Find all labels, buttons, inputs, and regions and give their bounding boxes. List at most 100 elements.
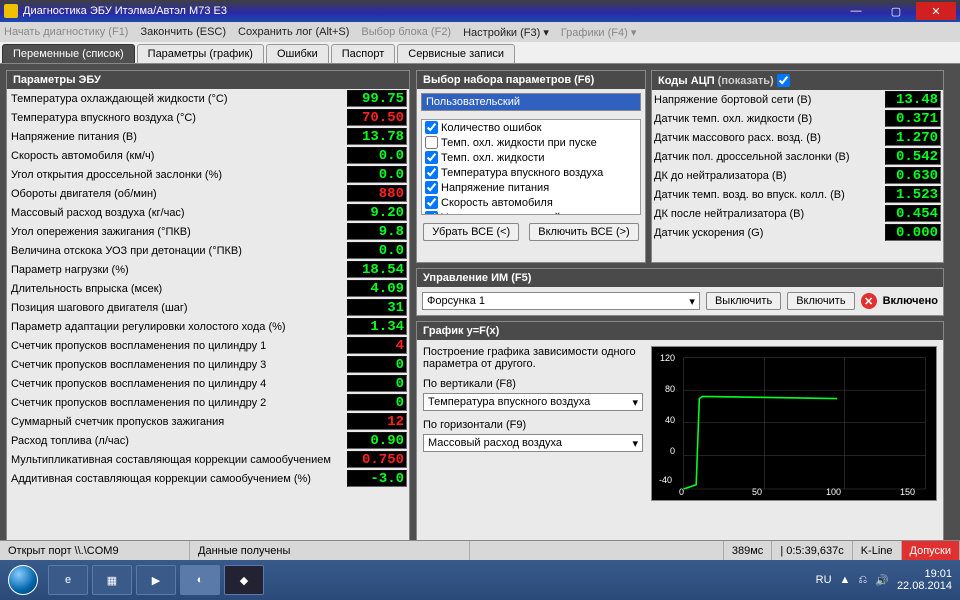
ecu-param-value: 0 (347, 394, 407, 411)
paramset-item[interactable]: Температура впускного воздуха (422, 165, 640, 180)
paramset-checklist[interactable]: Количество ошибокТемп. охл. жидкости при… (421, 119, 641, 215)
paramset-checkbox[interactable] (425, 211, 438, 215)
clear-all-button[interactable]: Убрать ВСЕ (<) (423, 223, 519, 241)
ecu-param-value: 0.0 (347, 242, 407, 259)
adc-list[interactable]: Напряжение бортовой сети (В)13.48Датчик … (652, 90, 943, 262)
ecu-param-row[interactable]: Расход топлива (л/час)0.90 (7, 431, 409, 450)
ecu-param-row[interactable]: Температура охлаждающей жидкости (°C)99.… (7, 89, 409, 108)
ecu-param-label: Счетчик пропусков воспламенения по цилин… (9, 359, 347, 371)
paramset-title: Выбор набора параметров (F6) (417, 71, 645, 89)
paramset-checkbox[interactable] (425, 196, 438, 209)
tab-errors[interactable]: Ошибки (266, 44, 329, 63)
paramset-checkbox[interactable] (425, 151, 438, 164)
ecu-param-row[interactable]: Аддитивная составляющая коррекции самооб… (7, 469, 409, 488)
ecu-param-row[interactable]: Параметр нагрузки (%)18.54 (7, 260, 409, 279)
paramset-combo[interactable]: Пользовательский (421, 93, 641, 111)
paramset-checkbox[interactable] (425, 166, 438, 179)
im-off-button[interactable]: Выключить (706, 292, 781, 310)
ecu-param-row[interactable]: Величина отскока УОЗ при детонации (°ПКВ… (7, 241, 409, 260)
tray-sound-icon[interactable]: 🔊 (875, 574, 889, 587)
ecu-param-row[interactable]: Позиция шагового двигателя (шаг)31 (7, 298, 409, 317)
ecu-param-value: 9.8 (347, 223, 407, 240)
ecu-param-row[interactable]: Счетчик пропусков воспламенения по цилин… (7, 336, 409, 355)
ecu-param-label: Суммарный счетчик пропусков зажигания (9, 416, 347, 428)
stop-icon[interactable]: ✕ (861, 293, 877, 309)
paramset-item[interactable]: Темп. охл. жидкости при пуске (422, 135, 640, 150)
ecu-param-row[interactable]: Массовый расход воздуха (кг/час)9.20 (7, 203, 409, 222)
taskbar-browser-icon[interactable]: ◐ (180, 565, 220, 595)
maximize-button[interactable]: ▢ (876, 2, 916, 20)
ecu-param-row[interactable]: Температура впускного воздуха (°C)70.50 (7, 108, 409, 127)
ecu-param-label: Обороты двигателя (об/мин) (9, 188, 347, 200)
tray-clock[interactable]: 19:0122.08.2014 (897, 568, 952, 592)
tray-flag-icon[interactable]: ▲ (840, 574, 851, 586)
tabbar: Переменные (список) Параметры (график) О… (0, 42, 960, 64)
paramset-checkbox[interactable] (425, 181, 438, 194)
paramset-item[interactable]: Напряжение питания (422, 180, 640, 195)
adc-value: 0.454 (885, 205, 941, 222)
tab-params-graph[interactable]: Параметры (график) (137, 44, 264, 63)
ecu-param-row[interactable]: Скорость автомобиля (км/ч)0.0 (7, 146, 409, 165)
ecu-param-row[interactable]: Мультипликативная составляющая коррекции… (7, 450, 409, 469)
ecu-param-value: 18.54 (347, 261, 407, 278)
close-button[interactable]: ✕ (916, 2, 956, 20)
paramset-item[interactable]: Скорость автомобиля (422, 195, 640, 210)
ecu-param-label: Позиция шагового двигателя (шаг) (9, 302, 347, 314)
start-button[interactable] (0, 560, 46, 600)
ecu-param-row[interactable]: Угол открытия дроссельной заслонки (%)0.… (7, 165, 409, 184)
ecu-param-label: Скорость автомобиля (км/ч) (9, 150, 347, 162)
tab-service[interactable]: Сервисные записи (397, 44, 515, 63)
menu-save[interactable]: Сохранить лог (Alt+S) (238, 26, 349, 38)
taskbar-explorer-icon[interactable]: ▦ (92, 565, 132, 595)
menu-graphs: Графики (F4) ▾ (561, 26, 637, 39)
ecu-param-label: Мультипликативная составляющая коррекции… (9, 454, 347, 466)
graph-x-combo[interactable]: Массовый расход воздуха (423, 434, 643, 452)
adc-row: Датчик темп. возд. во впуск. колл. (В)1.… (652, 185, 943, 204)
taskbar-media-icon[interactable]: ▶ (136, 565, 176, 595)
adc-title: Коды АЦП (показать) (652, 71, 943, 90)
tray-lang[interactable]: RU (816, 574, 832, 586)
minimize-button[interactable]: — (836, 2, 876, 20)
adc-value: 13.48 (885, 91, 941, 108)
adc-row: ДК после нейтрализатора (В)0.454 (652, 204, 943, 223)
im-combo[interactable]: Форсунка 1 (422, 292, 700, 310)
paramset-item[interactable]: Угол откр. дроссельной засл. (422, 210, 640, 215)
ecu-param-row[interactable]: Угол опережения зажигания (°ПКВ)9.8 (7, 222, 409, 241)
taskbar-app-icon[interactable]: ◆ (224, 565, 264, 595)
ecu-params-list[interactable]: Температура охлаждающей жидкости (°C)99.… (7, 89, 409, 551)
paramset-checkbox[interactable] (425, 121, 438, 134)
adc-show-link[interactable]: (показать) (718, 75, 774, 87)
ecu-param-label: Расход топлива (л/час) (9, 435, 347, 447)
menu-settings[interactable]: Настройки (F3) ▾ (463, 26, 549, 39)
taskbar-ie-icon[interactable]: e (48, 565, 88, 595)
paramset-checkbox[interactable] (425, 136, 438, 149)
status-dop[interactable]: Допуски (902, 541, 960, 560)
paramset-item[interactable]: Количество ошибок (422, 120, 640, 135)
ecu-param-label: Угол опережения зажигания (°ПКВ) (9, 226, 347, 238)
im-on-button[interactable]: Включить (787, 292, 854, 310)
ecu-param-row[interactable]: Обороты двигателя (об/мин)880 (7, 184, 409, 203)
ecu-param-row[interactable]: Счетчик пропусков воспламенения по цилин… (7, 393, 409, 412)
tab-variables[interactable]: Переменные (список) (2, 44, 135, 63)
adc-show-checkbox[interactable] (777, 74, 790, 87)
ecu-param-row[interactable]: Счетчик пропусков воспламенения по цилин… (7, 355, 409, 374)
select-all-button[interactable]: Включить ВСЕ (>) (529, 223, 638, 241)
ecu-param-value: 0.750 (347, 451, 407, 468)
graph-y-combo[interactable]: Температура впускного воздуха (423, 393, 643, 411)
tray-network-icon[interactable]: ⎌ (858, 574, 867, 587)
graph-y-label: По вертикали (F8) (423, 378, 643, 390)
ecu-param-row[interactable]: Длительность впрыска (мсек)4.09 (7, 279, 409, 298)
ecu-param-label: Счетчик пропусков воспламенения по цилин… (9, 397, 347, 409)
window-titlebar: Диагностика ЭБУ Итэлма/Автэл М73 E3 — ▢ … (0, 0, 960, 22)
paramset-item[interactable]: Темп. охл. жидкости (422, 150, 640, 165)
adc-label: Датчик пол. дроссельной заслонки (В) (654, 151, 885, 163)
ecu-param-row[interactable]: Параметр адаптации регулировки холостого… (7, 317, 409, 336)
ecu-param-value: 13.78 (347, 128, 407, 145)
ecu-param-label: Величина отскока УОЗ при детонации (°ПКВ… (9, 245, 347, 257)
ecu-param-row[interactable]: Счетчик пропусков воспламенения по цилин… (7, 374, 409, 393)
status-port: Открыт порт \\.\COM9 (0, 541, 190, 560)
ecu-param-row[interactable]: Суммарный счетчик пропусков зажигания12 (7, 412, 409, 431)
ecu-param-row[interactable]: Напряжение питания (В)13.78 (7, 127, 409, 146)
menu-stop[interactable]: Закончить (ESC) (140, 26, 226, 38)
tab-passport[interactable]: Паспорт (331, 44, 396, 63)
